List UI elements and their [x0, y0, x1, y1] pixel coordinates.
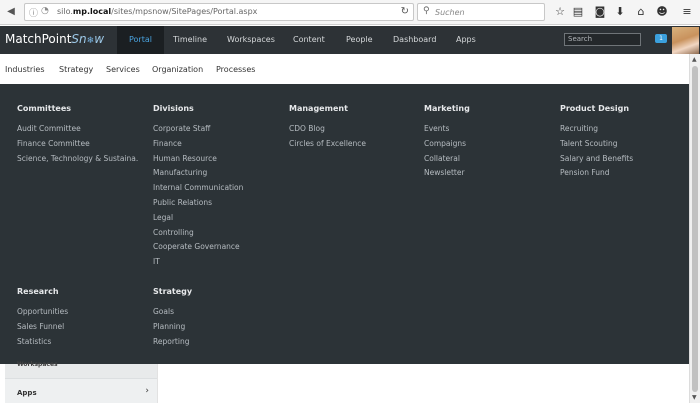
download-icon[interactable]: ⬇ — [613, 5, 627, 19]
scroll-down-icon[interactable]: ▼ — [692, 394, 697, 401]
menu-icon[interactable]: ≡ — [680, 5, 694, 19]
menu-link[interactable]: Pension Fund — [560, 166, 633, 181]
mega-menu: Committees Audit Committee Finance Commi… — [0, 84, 689, 364]
menu-link[interactable]: CDO Blog — [289, 122, 366, 137]
pocket-icon[interactable]: ◙ — [593, 5, 607, 19]
menu-link[interactable]: Cooperate Governance — [153, 240, 243, 255]
menu-column-strategy: Strategy Goals Planning Reporting — [153, 287, 192, 349]
column-title: Marketing — [424, 104, 470, 113]
url-text[interactable]: silo.mp.local/sites/mpsnow/SitePages/Por… — [57, 7, 257, 16]
menu-link[interactable]: Events — [424, 122, 470, 137]
browser-search-box[interactable]: ⚲ Suchen — [417, 3, 545, 21]
menu-link[interactable]: Circles of Excellence — [289, 137, 366, 152]
menu-link[interactable]: Goals — [153, 305, 192, 320]
leftnav-apps-item[interactable]: Apps › — [5, 378, 157, 403]
menu-link[interactable]: Science, Technology & Sustaina... — [17, 152, 139, 167]
menu-column-committees: Committees Audit Committee Finance Commi… — [17, 104, 139, 166]
leftnav-apps-label: Apps — [17, 389, 37, 397]
column-title: Product Design — [560, 104, 630, 113]
menu-column-product-design: Product Design Recruiting Talent Scoutin… — [560, 104, 633, 181]
nav-workspaces[interactable]: Workspaces — [215, 26, 287, 54]
menu-link[interactable]: Statistics — [17, 335, 68, 350]
sub-navigation: Industries Strategy Services Organizatio… — [0, 54, 689, 84]
column-title: Research — [17, 287, 59, 296]
menu-link[interactable]: Controlling — [153, 226, 243, 241]
column-title: Divisions — [153, 104, 194, 113]
column-title: Management — [289, 104, 348, 113]
bookmark-star-icon[interactable]: ☆ — [553, 5, 567, 19]
scroll-thumb[interactable] — [692, 66, 698, 392]
app-search-input[interactable]: Search — [564, 33, 641, 46]
menu-link[interactable]: Reporting — [153, 335, 192, 350]
menu-link[interactable]: Newsletter — [424, 166, 470, 181]
menu-link[interactable]: Corporate Staff — [153, 122, 243, 137]
menu-link[interactable]: Planning — [153, 320, 192, 335]
menu-link[interactable]: Internal Communication — [153, 181, 243, 196]
menu-link[interactable]: Public Relations — [153, 196, 243, 211]
subnav-services[interactable]: Services — [106, 65, 140, 74]
page-scrollbar[interactable]: ▲ ▼ — [689, 54, 700, 403]
menu-link[interactable]: Recruiting — [560, 122, 633, 137]
nav-people[interactable]: People — [334, 26, 385, 54]
chevron-right-icon: › — [145, 386, 149, 396]
reload-icon[interactable]: ↻ — [401, 6, 409, 17]
nav-portal[interactable]: Portal — [117, 26, 164, 54]
nav-dashboard[interactable]: Dashboard — [381, 26, 448, 54]
matchpoint-logo[interactable]: MatchPointSn❄w — [5, 32, 104, 46]
menu-link[interactable]: Finance — [153, 137, 243, 152]
menu-link[interactable]: Talent Scouting — [560, 137, 633, 152]
notification-badge[interactable]: 1 — [655, 34, 667, 43]
subnav-organization[interactable]: Organization — [152, 65, 203, 74]
nav-timeline[interactable]: Timeline — [161, 26, 219, 54]
menu-column-management: Management CDO Blog Circles of Excellenc… — [289, 104, 366, 152]
menu-link[interactable]: Manufacturing — [153, 166, 243, 181]
menu-link[interactable]: Salary and Benefits — [560, 152, 633, 167]
menu-link[interactable]: Sales Funnel — [17, 320, 68, 335]
search-icon: ⚲ — [423, 6, 430, 16]
menu-link[interactable]: Compaigns — [424, 137, 470, 152]
menu-link[interactable]: Opportunities — [17, 305, 68, 320]
browser-search-placeholder: Suchen — [435, 8, 465, 17]
chat-icon[interactable]: ☻ — [655, 5, 669, 19]
menu-link[interactable]: Finance Committee — [17, 137, 139, 152]
menu-link[interactable]: IT — [153, 255, 243, 270]
column-title: Committees — [17, 104, 72, 113]
menu-link[interactable]: Audit Committee — [17, 122, 139, 137]
lock-icon: ◔ — [41, 6, 49, 16]
leftnav-workspaces-label[interactable]: Workspaces — [17, 361, 58, 368]
content-divider — [157, 364, 158, 403]
menu-link[interactable]: Human Resource — [153, 152, 243, 167]
menu-column-marketing: Marketing Events Compaigns Collateral Ne… — [424, 104, 470, 181]
subnav-industries[interactable]: Industries — [5, 65, 44, 74]
site-info-icon[interactable]: ⓘ — [29, 6, 38, 19]
user-avatar[interactable] — [672, 27, 699, 54]
app-header: MatchPointSn❄w Portal Timeline Workspace… — [0, 26, 700, 54]
menu-link[interactable]: Collateral — [424, 152, 470, 167]
home-icon[interactable]: ⌂ — [634, 5, 648, 19]
back-icon[interactable]: ◀ — [4, 5, 18, 19]
reading-list-icon[interactable]: ▤ — [571, 5, 585, 19]
nav-content[interactable]: Content — [281, 26, 337, 54]
nav-apps[interactable]: Apps — [444, 26, 488, 54]
column-title: Strategy — [153, 287, 193, 296]
browser-toolbar: ◀ ⓘ ◔ silo.mp.local/sites/mpsnow/SitePag… — [0, 0, 700, 25]
app-search-placeholder: Search — [568, 35, 593, 43]
scroll-up-icon[interactable]: ▲ — [692, 56, 697, 63]
menu-link[interactable]: Legal — [153, 211, 243, 226]
menu-column-research: Research Opportunities Sales Funnel Stat… — [17, 287, 68, 349]
subnav-processes[interactable]: Processes — [216, 65, 255, 74]
address-bar[interactable]: ⓘ ◔ silo.mp.local/sites/mpsnow/SitePages… — [24, 3, 414, 21]
subnav-strategy[interactable]: Strategy — [59, 65, 93, 74]
menu-column-divisions: Divisions Corporate Staff Finance Human … — [153, 104, 243, 270]
